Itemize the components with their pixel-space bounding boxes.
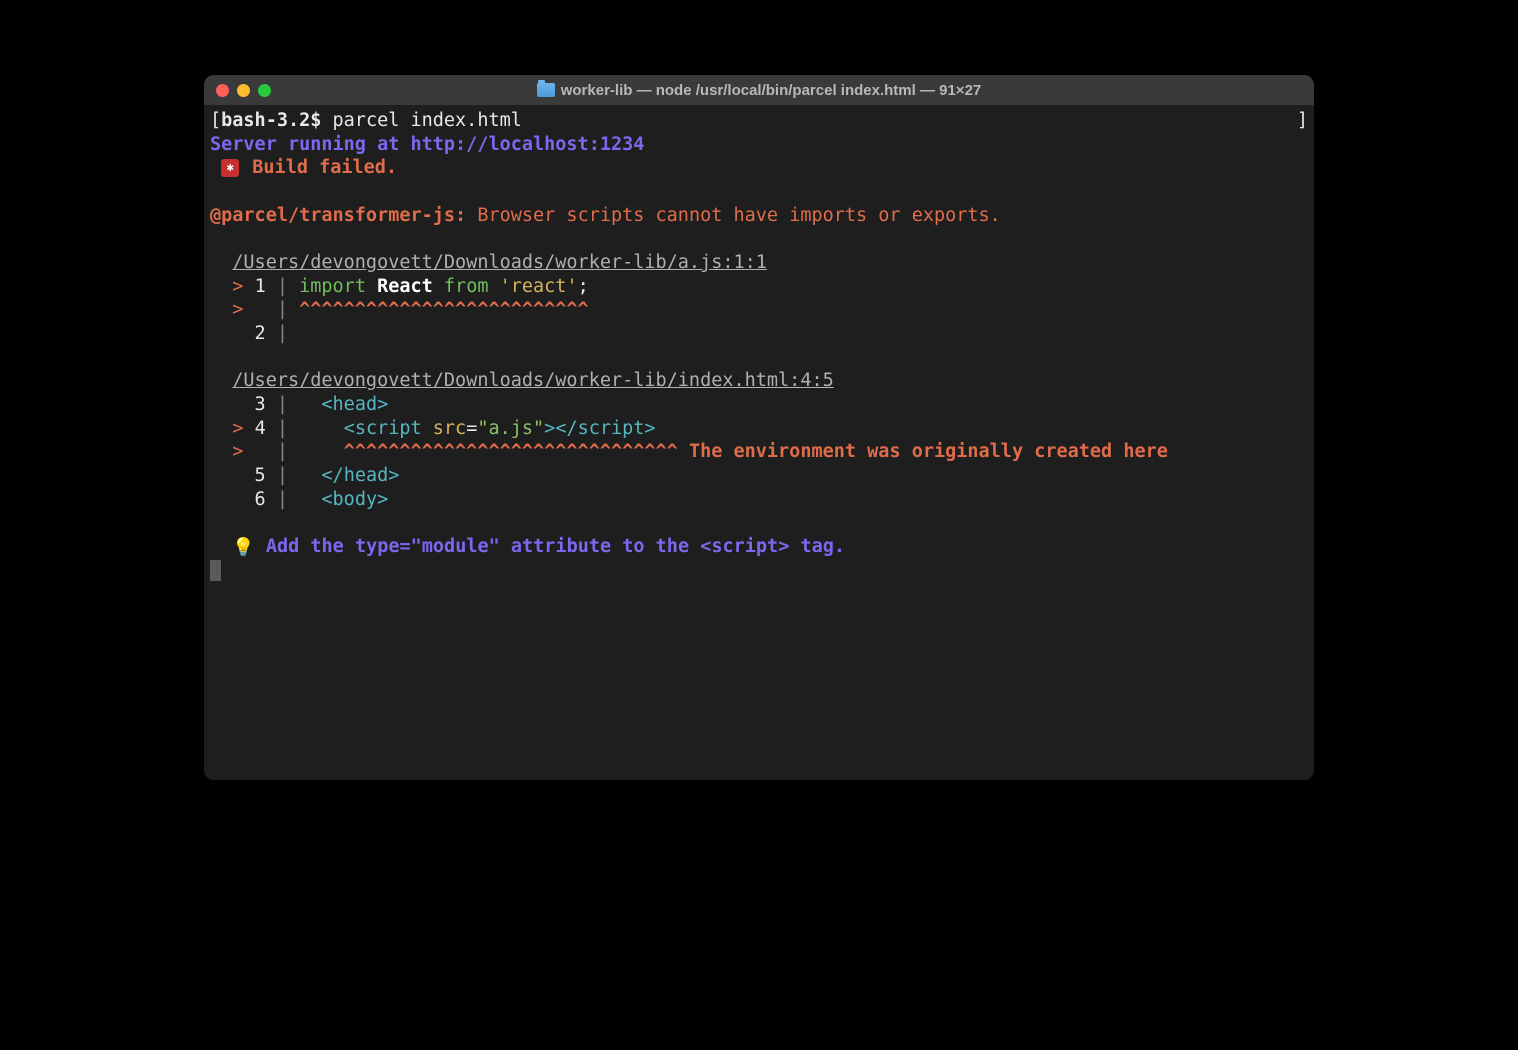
blank-line (210, 180, 1308, 204)
tag-head-close: head (344, 465, 389, 486)
line-number: 4 (255, 418, 266, 439)
error-source: @parcel/transformer-js: (210, 205, 466, 226)
angle-close: > (377, 394, 388, 415)
line-number: 5 (210, 465, 266, 486)
pipe: | (277, 299, 299, 320)
caret-line-1: > | ^^^^^^^^^^^^^^^^^^^^^^^^^^ (210, 298, 1308, 322)
cursor (210, 560, 221, 581)
maximize-button[interactable] (258, 84, 271, 97)
build-failed-text: Build failed. (252, 157, 397, 178)
angle-close: > (644, 418, 655, 439)
server-running-text: Server running at http://localhost:1234 (210, 134, 644, 155)
file-path-2: /Users/devongovett/Downloads/worker-lib/… (210, 369, 1308, 393)
string-react: 'react' (488, 276, 577, 297)
caret-underline: ^^^^^^^^^^^^^^^^^^^^^^^^^^ (299, 299, 589, 320)
keyword-from: from (444, 276, 489, 297)
code-line-3: 3 | <head> (210, 393, 1308, 417)
terminal-window: worker-lib — node /usr/local/bin/parcel … (204, 75, 1314, 780)
line-number: 2 (210, 323, 266, 344)
close-button[interactable] (216, 84, 229, 97)
server-line: Server running at http://localhost:1234 (210, 133, 1308, 157)
line-number: 6 (210, 489, 266, 510)
keyword-import: import (299, 276, 366, 297)
prompt-line: [bash-3.2$ parcel index.html] (210, 109, 1308, 133)
shell-prompt: bash-3.2$ (221, 110, 332, 131)
line-marker: > (210, 276, 255, 297)
cursor-line (210, 559, 1308, 583)
lightbulb-icon: 💡 (232, 536, 254, 559)
blank-line (210, 511, 1308, 535)
minimize-button[interactable] (237, 84, 250, 97)
code-line-2: 2 | (210, 322, 1308, 346)
pipe: | (266, 418, 344, 439)
title-bar: worker-lib — node /usr/local/bin/parcel … (204, 75, 1314, 105)
caret-line-4: > | ^^^^^^^^^^^^^^^^^^^^^^^^^^^^^^ The e… (210, 440, 1308, 464)
file-path-1: /Users/devongovett/Downloads/worker-lib/… (210, 251, 1308, 275)
caret-underline: ^^^^^^^^^^^^^^^^^^^^^^^^^^^^^^ (344, 441, 689, 462)
tag-body: body (333, 489, 378, 510)
angle-close: > (388, 465, 399, 486)
angle-close: > (544, 418, 555, 439)
error-icon (221, 159, 239, 177)
terminal-body[interactable]: [bash-3.2$ parcel index.html] Server run… (204, 105, 1314, 780)
pipe: | (266, 276, 299, 297)
line-number: 1 (255, 276, 266, 297)
bracket-open: [ (210, 110, 221, 131)
angle-open-slash: </ (555, 418, 577, 439)
equals: = (466, 418, 477, 439)
pipe: | (266, 465, 322, 486)
file-link-2[interactable]: /Users/devongovett/Downloads/worker-lib/… (232, 370, 833, 391)
folder-icon (537, 83, 555, 97)
line-number: 3 (210, 394, 266, 415)
angle-open: < (321, 394, 332, 415)
command-text: parcel index.html (333, 110, 522, 131)
angle-open: < (344, 418, 355, 439)
environment-hint: The environment was originally created h… (689, 441, 1168, 462)
code-line-5: 5 | </head> (210, 464, 1308, 488)
line-marker: > (210, 299, 277, 320)
tag-script-close: script (578, 418, 645, 439)
line-marker: > (210, 418, 255, 439)
pipe: | (266, 323, 299, 344)
semicolon: ; (578, 276, 589, 297)
code-line-1: > 1 | import React from 'react'; (210, 275, 1308, 299)
hint-line: 💡 Add the type="module" attribute to the… (210, 535, 1308, 559)
hint-text: Add the type="module" attribute to the <… (266, 536, 845, 557)
file-link-1[interactable]: /Users/devongovett/Downloads/worker-lib/… (232, 252, 767, 273)
blank-line (210, 227, 1308, 251)
attr-src: src (422, 418, 467, 439)
pipe: | (277, 441, 344, 462)
code-line-6: 6 | <body> (210, 488, 1308, 512)
line-marker: > (210, 441, 277, 462)
build-failed-line: Build failed. (210, 156, 1308, 180)
bracket-close: ] (1297, 109, 1308, 133)
traffic-lights (216, 84, 271, 97)
code-line-4: > 4 | <script src="a.js"></script> (210, 417, 1308, 441)
identifier-react: React (366, 276, 444, 297)
blank-line (210, 346, 1308, 370)
attr-value: "a.js" (477, 418, 544, 439)
angle-open: < (321, 489, 332, 510)
angle-close: > (377, 489, 388, 510)
window-title: worker-lib — node /usr/local/bin/parcel … (561, 82, 982, 99)
pipe: | (266, 489, 322, 510)
error-message: Browser scripts cannot have imports or e… (466, 205, 1001, 226)
angle-open-slash: </ (321, 465, 343, 486)
tag-script: script (355, 418, 422, 439)
title-content: worker-lib — node /usr/local/bin/parcel … (204, 82, 1314, 99)
error-message-line: @parcel/transformer-js: Browser scripts … (210, 204, 1308, 228)
pipe: | (266, 394, 322, 415)
tag-head: head (333, 394, 378, 415)
